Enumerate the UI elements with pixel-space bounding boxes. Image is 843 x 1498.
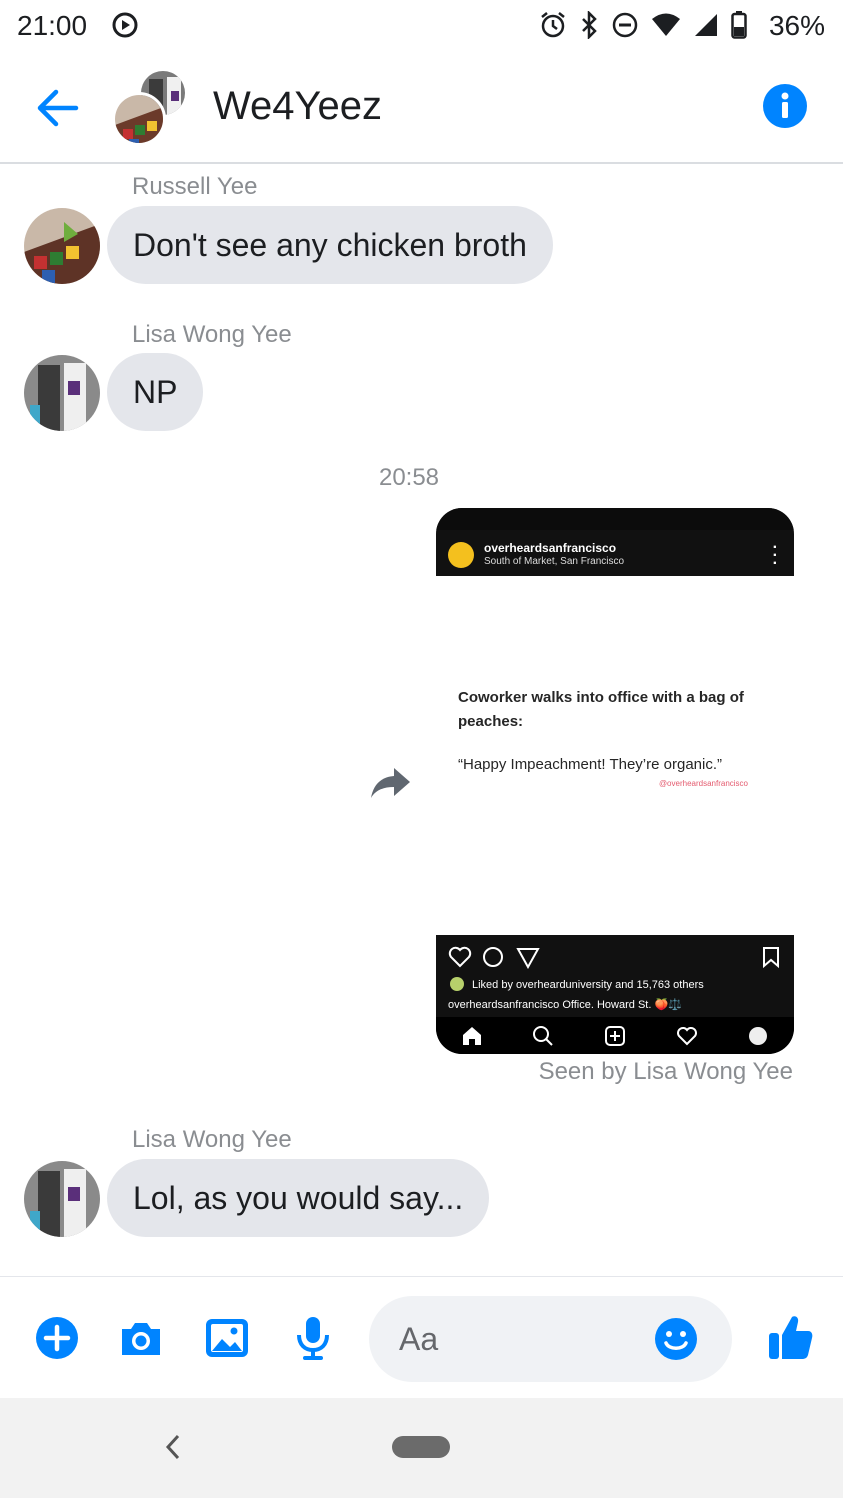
emoji-icon[interactable]: [654, 1317, 698, 1361]
comment-icon: [483, 947, 503, 967]
sender-name: Russell Yee: [132, 173, 258, 200]
add-post-icon: [604, 1025, 625, 1046]
system-back-icon[interactable]: [160, 1432, 186, 1462]
heart-icon: [676, 1026, 697, 1045]
post-caption: overheardsanfrancisco Office. Howard St.…: [448, 999, 682, 1011]
post-likes: Liked by overhearduniversity and 15,763 …: [450, 977, 704, 991]
microphone-icon[interactable]: [290, 1315, 336, 1361]
alarm-icon: [541, 12, 565, 38]
sender-name: Lisa Wong Yee: [132, 1126, 292, 1153]
post-actions: [448, 946, 779, 969]
battery-icon: [731, 11, 747, 39]
post-location: South of Market, San Francisco: [484, 556, 625, 567]
instagram-nav-bar: [436, 1017, 794, 1054]
conversation-header: We4Yeez: [0, 52, 843, 164]
message-timestamp: 20:58: [378, 464, 440, 491]
more-options-icon: · · ·: [772, 539, 778, 572]
gallery-icon[interactable]: [204, 1315, 250, 1361]
battery-percent: 36%: [768, 10, 825, 41]
heart-icon: [448, 946, 472, 968]
do-not-disturb-icon: [612, 12, 638, 38]
post-quote: “Happy Impeachment! They’re organic.”: [458, 756, 723, 773]
post-header: overheardsanfrancisco South of Market, S…: [436, 508, 794, 576]
thumbs-up-icon[interactable]: [767, 1313, 813, 1361]
instagram-app-bar: [436, 508, 794, 530]
group-avatar[interactable]: [112, 68, 192, 146]
message-input-wrapper: [369, 1296, 732, 1382]
avatar-lisa-wong-yee[interactable]: [24, 355, 100, 431]
message-bubble[interactable]: Don't see any chicken broth: [107, 206, 553, 284]
conversation-title[interactable]: We4Yeez: [213, 84, 382, 129]
home-icon: [462, 1026, 481, 1045]
message-composer: [0, 1276, 843, 1398]
bookmark-icon: [763, 947, 779, 969]
shared-instagram-post[interactable]: overheardsanfrancisco South of Market, S…: [436, 508, 794, 1054]
post-user-avatar: [448, 542, 474, 568]
add-icon[interactable]: [34, 1315, 80, 1361]
cell-signal-icon: [695, 14, 717, 36]
wifi-icon: [652, 13, 680, 36]
avatar-lisa-wong-yee[interactable]: [24, 1161, 100, 1237]
profile-icon: [749, 1026, 768, 1045]
message-input[interactable]: [399, 1296, 649, 1382]
sender-name: Lisa Wong Yee: [132, 321, 292, 348]
back-arrow-icon[interactable]: [32, 82, 84, 134]
camera-icon[interactable]: [118, 1315, 164, 1361]
post-content: Coworker walks into office with a bag of…: [458, 686, 778, 788]
search-icon: [533, 1025, 554, 1046]
status-icons: [539, 10, 747, 40]
post-username: overheardsanfrancisco: [484, 541, 617, 555]
send-icon: [516, 948, 540, 969]
post-footer: Liked by overhearduniversity and 15,763 …: [436, 935, 794, 1054]
group-member-avatar: [112, 92, 166, 146]
info-icon[interactable]: [763, 84, 807, 128]
message-bubble[interactable]: NP: [107, 353, 204, 431]
post-text: Coworker walks into office with a bag of…: [458, 689, 744, 730]
message-bubble[interactable]: Lol, as you would say...: [107, 1159, 490, 1237]
bluetooth-icon: [582, 11, 597, 39]
status-bar: 21:00 36%: [0, 0, 843, 52]
system-nav-bar: [0, 1398, 843, 1498]
system-home-pill[interactable]: [392, 1436, 450, 1458]
avatar-russell-yee[interactable]: [24, 208, 100, 284]
forward-share-icon[interactable]: [370, 764, 412, 800]
media-play-icon: [112, 12, 138, 38]
post-watermark-handle: @overheardsanfrancisco: [658, 779, 748, 788]
seen-receipt: Seen by Lisa Wong Yee: [538, 1058, 793, 1085]
status-time: 21:00: [17, 10, 88, 41]
